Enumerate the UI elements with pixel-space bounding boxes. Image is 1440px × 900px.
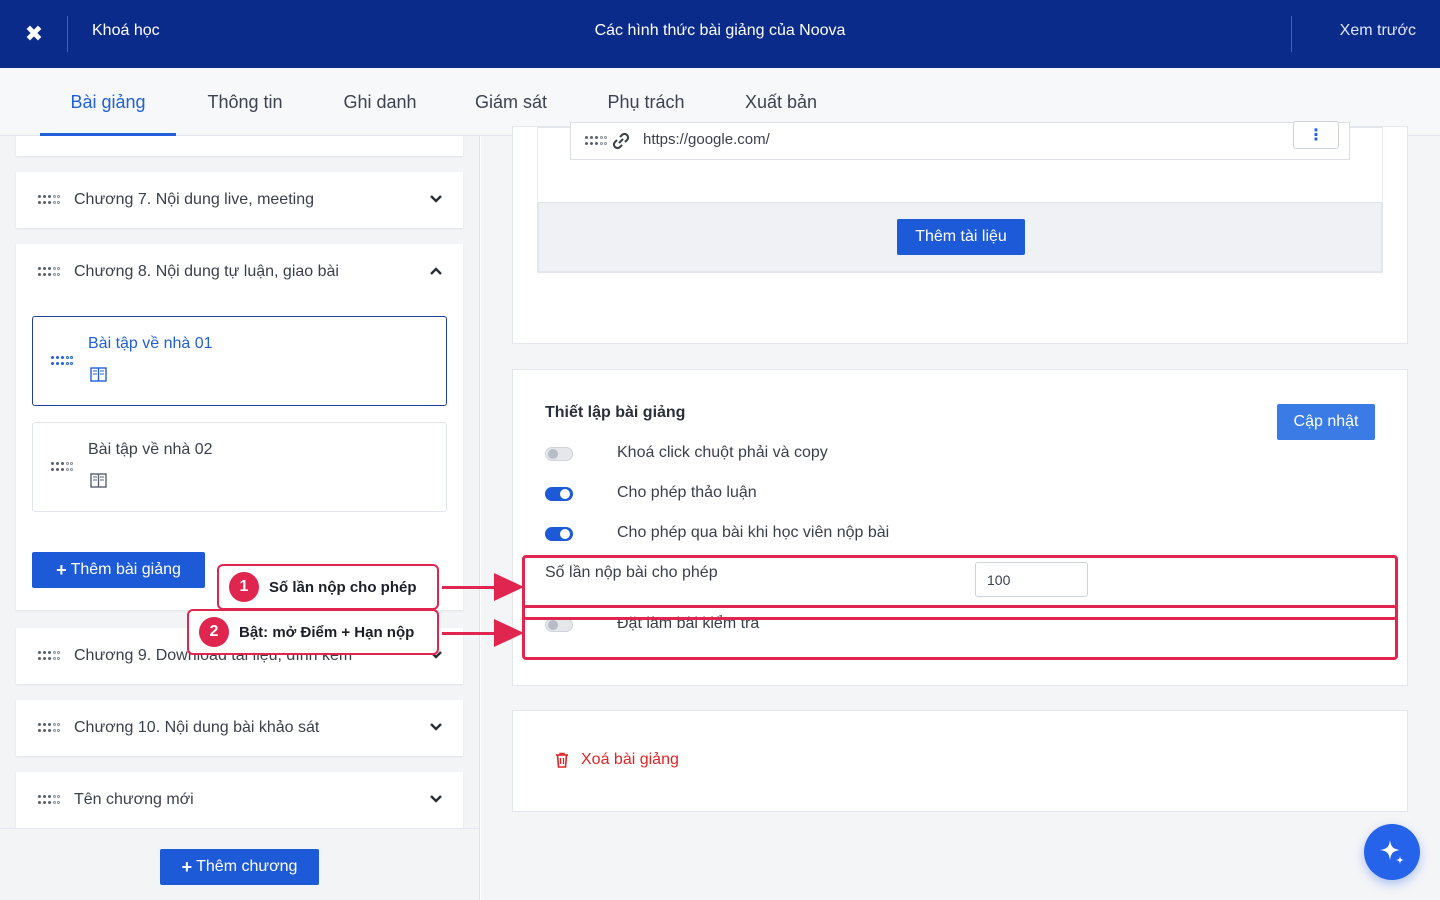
ai-assistant-button[interactable] — [1364, 824, 1420, 880]
lesson-item-selected[interactable]: Bài tập về nhà 01 — [32, 316, 447, 406]
drag-handle-icon[interactable] — [51, 355, 73, 367]
link-icon — [613, 133, 629, 149]
update-button[interactable]: Cập nhật — [1277, 404, 1375, 440]
chapter-item-8[interactable]: Chương 8. Nội dung tự luận, giao bài Bài… — [16, 244, 463, 610]
delete-lesson-button[interactable]: Xoá bài giảng — [555, 751, 679, 769]
drag-handle-icon[interactable] — [38, 794, 60, 806]
attachments-card: https://google.com/ ⋮ Thêm tài liệu — [512, 121, 1408, 344]
lesson-title: Bài tập về nhà 01 — [88, 335, 213, 352]
attachment-link-row: https://google.com/ ⋮ — [570, 121, 1350, 160]
add-lesson-button[interactable]: + Thêm bài giảng — [32, 552, 205, 588]
annotation-arrow-2 — [442, 619, 524, 647]
lesson-title: Bài tập về nhà 02 — [88, 441, 213, 458]
annotation-callout-2: 2 Bật: mở Điểm + Hạn nộp — [187, 609, 439, 655]
setting-label: Cho phép thảo luận — [617, 484, 757, 501]
assignment-book-icon — [90, 473, 107, 488]
drag-handle-icon[interactable] — [38, 266, 60, 278]
add-document-button[interactable]: Thêm tài liệu — [897, 219, 1025, 255]
chevron-up-icon[interactable] — [429, 264, 443, 278]
attachment-url[interactable]: https://google.com/ — [643, 131, 770, 148]
chapter-title: Chương 8. Nội dung tự luận, giao bài — [74, 263, 339, 280]
settings-title: Thiết lập bài giảng — [545, 404, 686, 421]
top-bar: ✖ Khoá học Các hình thức bài giảng của N… — [0, 0, 1440, 68]
chapter-item-clipped — [16, 136, 463, 156]
trash-icon — [556, 752, 568, 768]
setting-label: Cho phép qua bài khi học viên nộp bài — [617, 524, 890, 541]
lesson-item[interactable]: Bài tập về nhà 02 — [32, 422, 447, 512]
tab-info[interactable]: Thông tin — [190, 68, 300, 136]
preview-button[interactable]: Xem trước — [1340, 22, 1416, 40]
tab-enrollment[interactable]: Ghi danh — [328, 68, 432, 136]
lesson-detail-panel: https://google.com/ ⋮ Thêm tài liệu Thiế… — [481, 121, 1440, 900]
assignment-book-icon — [90, 367, 107, 382]
attachments-footer: Thêm tài liệu — [538, 202, 1382, 272]
drag-handle-icon[interactable] — [51, 461, 73, 473]
chevron-down-icon[interactable] — [429, 192, 443, 206]
annotation-arrow-1 — [442, 573, 524, 601]
sparkle-icon — [1380, 840, 1404, 864]
chevron-down-icon[interactable] — [429, 792, 443, 806]
more-options-icon[interactable]: ⋮ — [1293, 121, 1339, 149]
chapter-title: Chương 7. Nội dung live, meeting — [74, 191, 314, 208]
annotation-callout-1: 1 Số lần nộp cho phép — [217, 564, 439, 610]
setting-label: Khoá click chuột phải và copy — [617, 444, 828, 461]
highlight-exam-toggle — [522, 605, 1398, 660]
toggle-discussion[interactable] — [545, 487, 573, 501]
chapter-title: Chương 10. Nội dung bài khảo sát — [74, 719, 320, 736]
tab-lessons[interactable]: Bài giảng — [40, 68, 176, 136]
drag-handle-icon[interactable] — [585, 135, 607, 147]
page-title: Các hình thức bài giảng của Noova — [594, 22, 846, 39]
attachments-box: https://google.com/ ⋮ Thêm tài liệu — [537, 121, 1383, 273]
chapter-list-panel: Chương 7. Nội dung live, meeting Chương … — [0, 136, 480, 900]
chapter-title: Tên chương mới — [74, 791, 194, 808]
toggle-lock-copy[interactable] — [545, 447, 573, 461]
drag-handle-icon[interactable] — [38, 722, 60, 734]
add-chapter-button[interactable]: + Thêm chương — [160, 849, 319, 885]
delete-lesson-card: Xoá bài giảng — [512, 710, 1408, 812]
chevron-down-icon[interactable] — [429, 720, 443, 734]
plus-icon: + — [56, 559, 67, 580]
drag-handle-icon[interactable] — [38, 194, 60, 206]
chapter-item-10[interactable]: Chương 10. Nội dung bài khảo sát — [16, 700, 463, 756]
drag-handle-icon[interactable] — [38, 650, 60, 662]
plus-icon: + — [181, 856, 193, 877]
chapter-item-7[interactable]: Chương 7. Nội dung live, meeting — [16, 172, 463, 228]
toggle-pass-on-submit[interactable] — [545, 527, 573, 541]
chapter-item-new[interactable]: Tên chương mới — [16, 772, 463, 828]
divider — [1291, 16, 1292, 52]
chapter-list-footer: + Thêm chương — [0, 828, 479, 900]
